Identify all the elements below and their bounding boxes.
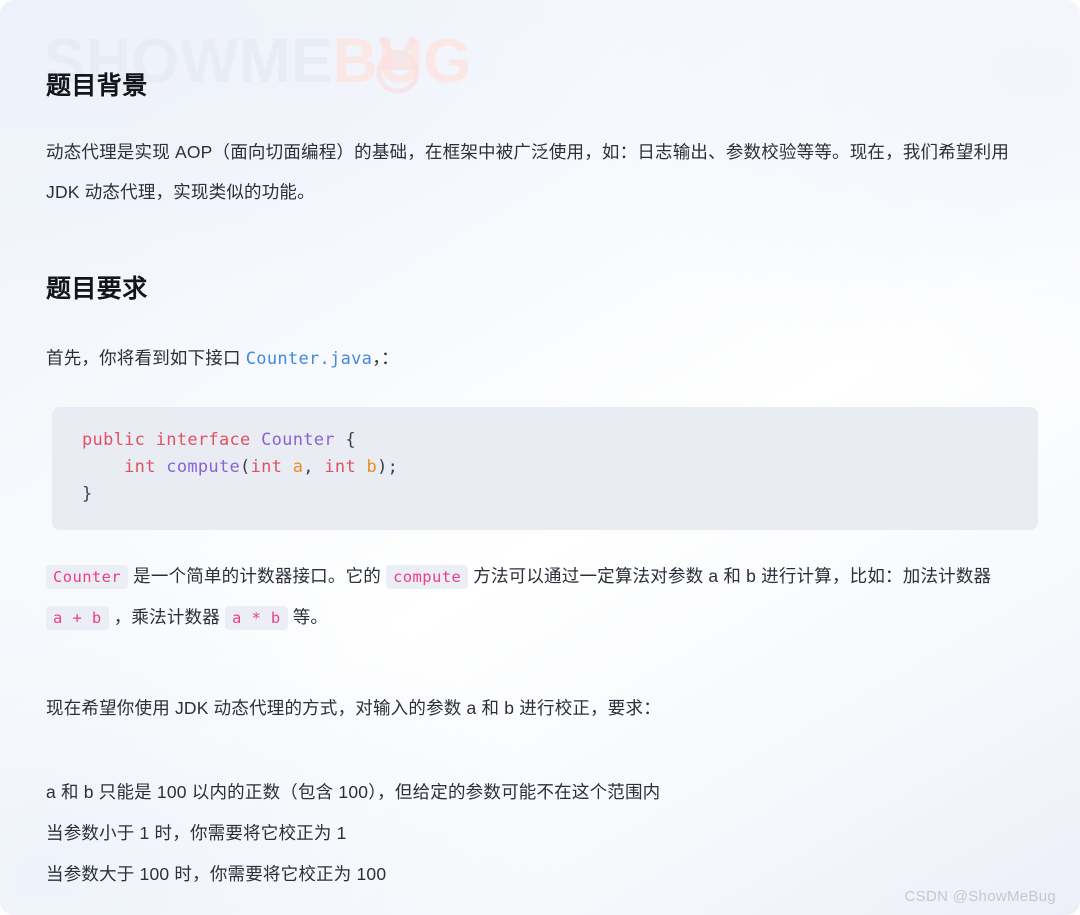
intro-text-after: ，： (372, 348, 399, 368)
page-title-background: 题目背景 (46, 72, 148, 100)
requirement-line: a 和 b 只能是 100 以内的正数（包含 100），但给定的参数可能不在这个… (46, 782, 661, 802)
intro-text-before: 首先，你将看到如下接口 (46, 348, 246, 368)
code-token-kw: public interface (82, 430, 262, 450)
link-counter-java[interactable]: Counter.java (246, 349, 372, 369)
desc-text-6: ，乘法计数器 (108, 607, 225, 627)
content-area: 题目背景 动态代理是实现 AOP（面向切面编程）的基础，在框架中被广泛使用，如：… (0, 66, 1080, 895)
problem-statement-card: SHOWME BUG 题目背景 动态代理是实现 AOP（面向切面编程）的基础，在框… (0, 0, 1080, 915)
code-token-punc: ); (377, 457, 399, 477)
inline-code-compute: compute (386, 565, 469, 589)
code-token-param: b (366, 457, 378, 477)
code-token-kw: int (124, 457, 156, 477)
code-block-counter-interface: public interface Counter { int compute(i… (52, 407, 1038, 530)
code-token-kw: int (250, 457, 283, 477)
code-token-punc (156, 457, 167, 477)
requirement-list: a 和 b 只能是 100 以内的正数（包含 100），但给定的参数可能不在这个… (46, 772, 1034, 895)
desc-text-8: 等。 (287, 607, 329, 627)
code-token-punc (82, 457, 124, 477)
requirement-line: 当参数大于 100 时，你需要将它校正为 100 (46, 864, 387, 884)
code-token-punc: } (82, 484, 93, 504)
inline-code-a-times-b: a * b (225, 606, 288, 630)
desc-text-2: 是一个简单的计数器接口。它的 (128, 566, 387, 586)
requirement-line: 当参数小于 1 时，你需要将它校正为 1 (46, 823, 347, 843)
page-title-requirements: 题目要求 (46, 275, 148, 303)
code-token-punc: ( (240, 457, 251, 477)
code-token-punc: { (334, 430, 356, 450)
code-token-punc: , (303, 457, 325, 477)
code-token-kw: int (324, 457, 356, 477)
code-token-punc (356, 457, 367, 477)
paragraph-proxy-requirement: 现在希望你使用 JDK 动态代理的方式，对输入的参数 a 和 b 进行校正，要求… (46, 698, 661, 718)
paragraph-intro: 首先，你将看到如下接口 Counter.java，： (46, 338, 1034, 379)
inline-code-counter: Counter (46, 565, 129, 589)
code-token-type: Counter (261, 430, 335, 450)
code-token-punc (282, 457, 293, 477)
code-token-fn: compute (166, 457, 241, 477)
desc-text-4: 方法可以通过一定算法对参数 a 和 b 进行计算，比如：加法计数器 (468, 566, 992, 586)
code-token-param: a (292, 457, 304, 477)
inline-code-a-plus-b: a + b (46, 606, 109, 630)
paragraph-background: 动态代理是实现 AOP（面向切面编程）的基础，在框架中被广泛使用，如：日志输出、… (46, 142, 1010, 202)
paragraph-description: Counter 是一个简单的计数器接口。它的 compute 方法可以通过一定算… (46, 556, 1008, 638)
